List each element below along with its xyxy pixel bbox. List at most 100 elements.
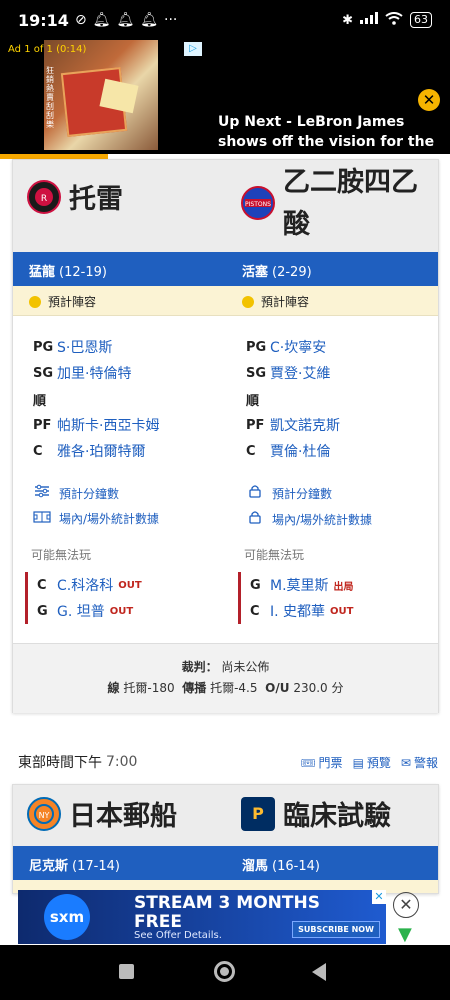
away-team-name: 日本郵船 xyxy=(69,801,177,832)
lineup-status-row: 預計陣容 預計陣容 xyxy=(13,286,438,316)
game-odds-footer: 裁判： 尚未公佈 線 托爾-180 傳播 托爾-4.5 O/U 230.0 分 xyxy=(13,643,438,713)
ou-label: O/U xyxy=(265,681,290,695)
lineup-row: PG C·坎寧安 xyxy=(246,334,340,360)
game-card: NY 日本郵船 P 臨床試驗 尼克斯 (17-14) 溜馬 (16-14) xyxy=(12,784,439,894)
away-lineup: PG S·巴恩斯 SG 加里·特倫特 順 PF 帕斯卡·西亞卡姆 C 雅各·珀爾特爾 xyxy=(33,334,159,464)
subscribe-button[interactable]: SUBSCRIBE NOW xyxy=(292,921,380,938)
team-record-row: 尼克斯 (17-14) 溜馬 (16-14) xyxy=(13,846,438,880)
injury-row: G G. 坦普 OUT xyxy=(37,598,142,624)
lineup-row: PF 帕斯卡·西亞卡姆 xyxy=(33,412,159,438)
svg-text:PISTONS: PISTONS xyxy=(245,201,271,208)
away-team-header[interactable]: R 托雷 xyxy=(27,180,123,220)
mail-icon: ✉ xyxy=(400,755,411,770)
back-button[interactable] xyxy=(312,963,326,981)
ad-counter: Ad 1 of 1 (0:14) xyxy=(8,44,87,55)
lineup-row: C 雅各·珀爾特爾 xyxy=(33,438,159,464)
player-link[interactable]: 雅各·珀爾特爾 xyxy=(57,441,145,461)
away-injury-list: C C.科洛科 OUT G G. 坦普 OUT xyxy=(25,572,142,624)
player-link[interactable]: 加里·特倫特 xyxy=(57,363,131,383)
projected-minutes-link-locked[interactable]: 預計分鐘數 xyxy=(246,484,332,502)
injury-row: C C.科洛科 OUT xyxy=(37,572,142,598)
close-icon[interactable]: ✕ xyxy=(418,89,440,111)
player-link[interactable]: C·坎寧安 xyxy=(270,337,326,357)
pacers-logo-icon: P xyxy=(241,797,275,831)
away-team-short[interactable]: 猛龍 xyxy=(29,265,55,280)
injury-row: C I. 史都華 OUT xyxy=(250,598,354,624)
dnd-icon: ⊘ xyxy=(74,12,87,28)
status-dot-icon xyxy=(242,295,254,308)
tickets-link[interactable]: 🎟︎ 門票 xyxy=(300,754,342,771)
ad-thumbnail[interactable]: 狂銷熱賣刮刮樂 xyxy=(44,40,158,150)
referee-label: 裁判： xyxy=(181,660,218,674)
bell-icon: 🔔︎ xyxy=(116,12,135,28)
top-ad[interactable]: 狂銷熱賣刮刮樂 Ad 1 of 1 (0:14) ▷ Up Next - LeB… xyxy=(0,40,450,170)
team-record-row: 猛龍 (12-19) 活塞 (2-29) xyxy=(13,252,438,286)
spread-label: 傳播 xyxy=(182,681,207,695)
signal-icon xyxy=(360,12,378,28)
court-icon xyxy=(33,510,51,527)
home-injury-list: G M.莫里斯 出局 C I. 史都華 OUT xyxy=(238,572,354,624)
bluetooth-icon: ✱ xyxy=(342,12,353,28)
ad-line2: See Offer Details. xyxy=(134,930,222,941)
battery-icon: 63 xyxy=(410,12,432,28)
raptors-logo-icon: R xyxy=(27,180,61,214)
lock-icon xyxy=(246,510,264,528)
line-label: 線 xyxy=(107,681,120,695)
lineup-row: PF 凱文諾克斯 xyxy=(246,412,340,438)
away-injury-label: 可能無法玩 xyxy=(31,548,92,562)
away-team-short[interactable]: 尼克斯 xyxy=(29,859,68,874)
injury-status: OUT xyxy=(118,579,142,591)
home-team-header[interactable]: P 臨床試驗 xyxy=(241,797,391,837)
home-lineup: PG C·坎寧安 SG 賈登·艾維 順 PF 凱文諾克斯 C 賈倫·杜倫 xyxy=(246,334,340,464)
home-team-header[interactable]: PISTONS 乙二胺四乙酸 xyxy=(241,160,433,246)
home-record: (16-14) xyxy=(272,859,320,874)
home-team-short[interactable]: 溜馬 xyxy=(242,859,268,874)
ou-value: 230.0 分 xyxy=(293,681,344,695)
home-button[interactable] xyxy=(214,961,235,982)
player-link[interactable]: 凱文諾克斯 xyxy=(270,415,340,435)
player-link[interactable]: I. 史都華 xyxy=(270,601,325,621)
adchoices-icon[interactable]: ✕ xyxy=(372,890,386,904)
injury-row: G M.莫里斯 出局 xyxy=(250,572,354,598)
player-link[interactable]: 賈倫·杜倫 xyxy=(270,441,330,461)
player-link[interactable]: 帕斯卡·西亞卡姆 xyxy=(57,415,159,435)
bottom-ad[interactable]: sxm STREAM 3 MONTHS FREE See Offer Detail… xyxy=(18,890,386,944)
player-link[interactable]: 賈登·艾維 xyxy=(270,363,330,383)
on-off-stats-link[interactable]: 場內/場外統計數據 xyxy=(33,510,159,527)
preview-link[interactable]: ▤ 預覽 xyxy=(353,754,391,771)
projected-minutes-link[interactable]: 預計分鐘數 xyxy=(33,484,119,502)
svg-text:P: P xyxy=(252,804,264,823)
lineup-row: 順 xyxy=(246,393,260,409)
player-link[interactable]: G. 坦普 xyxy=(57,601,105,621)
close-icon[interactable]: ✕ xyxy=(393,892,419,918)
lineup-row: C 賈倫·杜倫 xyxy=(246,438,340,464)
bell-icon: 🔔︎ xyxy=(92,12,111,28)
lineup-row: SG 加里·特倫特 xyxy=(33,360,159,386)
svg-text:R: R xyxy=(41,194,47,204)
home-team-short[interactable]: 活塞 xyxy=(242,265,268,280)
player-link[interactable]: M.莫里斯 xyxy=(270,575,329,595)
game-time-label: 東部時間下午 xyxy=(18,755,102,771)
home-injury-label: 可能無法玩 xyxy=(244,548,305,562)
player-link[interactable]: C.科洛科 xyxy=(57,575,113,595)
injury-status: OUT xyxy=(109,605,134,617)
home-record: (2-29) xyxy=(272,265,312,280)
spread-value: 托爾-4.5 xyxy=(210,681,258,695)
away-team-name: 托雷 xyxy=(69,184,123,215)
document-icon: ▤ xyxy=(352,755,364,770)
player-link[interactable]: S·巴恩斯 xyxy=(57,337,112,357)
recents-button[interactable] xyxy=(119,964,134,979)
alert-link[interactable]: ✉ 警報 xyxy=(401,754,438,771)
home-lineup-status: 預計陣容 xyxy=(261,295,310,309)
lock-icon xyxy=(246,484,264,502)
injury-status: OUT xyxy=(330,605,354,617)
game-header: NY 日本郵船 P 臨床試驗 xyxy=(13,785,438,846)
ticket-icon: 🎟︎ xyxy=(300,755,316,770)
away-team-header[interactable]: NY 日本郵船 xyxy=(27,797,177,837)
adchoices-icon[interactable]: ▷ xyxy=(184,42,202,56)
injury-status: 出局 xyxy=(333,581,354,593)
sxm-logo: sxm xyxy=(44,894,90,940)
on-off-stats-link-locked[interactable]: 場內/場外統計數據 xyxy=(246,510,372,528)
bell-icon: 🔔︎ xyxy=(140,12,159,28)
line-value: 托爾-180 xyxy=(123,681,175,695)
